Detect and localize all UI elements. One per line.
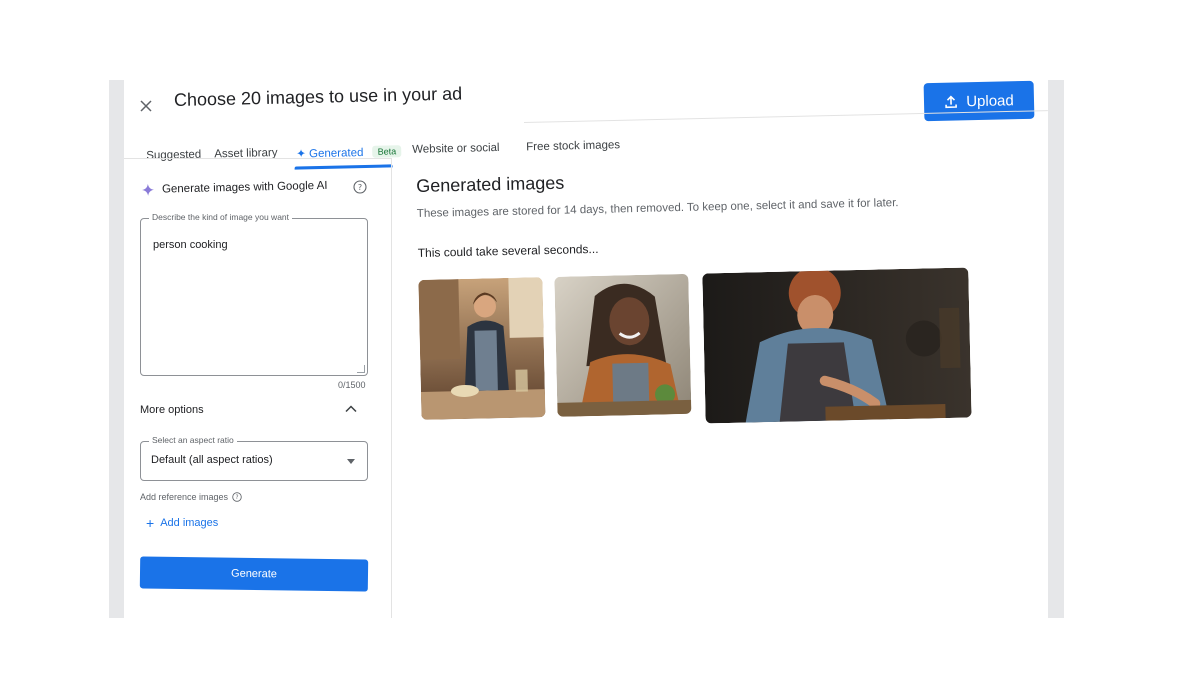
- sparkle-icon: [142, 183, 154, 196]
- generated-image-1[interactable]: [418, 277, 546, 420]
- generate-heading-label: Generate images with Google AI: [161, 179, 328, 196]
- aspect-ratio-value: Default (all aspect ratios): [151, 454, 273, 466]
- plus-icon: +: [146, 515, 155, 531]
- svg-text:?: ?: [236, 495, 239, 501]
- help-icon[interactable]: ?: [353, 180, 367, 194]
- generated-image-2[interactable]: [554, 273, 692, 417]
- tab-suggested[interactable]: Suggested: [146, 149, 201, 162]
- resize-handle[interactable]: [357, 365, 365, 373]
- generated-image-3[interactable]: [702, 267, 972, 424]
- loading-status: This could take several seconds...: [417, 241, 599, 260]
- aspect-ratio-label: Select an aspect ratio: [149, 435, 237, 445]
- add-images-button[interactable]: + Add images: [146, 516, 218, 530]
- prompt-label: Describe the kind of image you want: [149, 212, 293, 222]
- generated-image-grid: [418, 267, 972, 430]
- image-picker-dialog: Choose 20 images to use in your ad Uploa…: [124, 80, 1048, 618]
- svg-text:?: ?: [358, 183, 362, 192]
- generate-form: Generate images with Google AI ? Describ…: [138, 176, 378, 616]
- close-button[interactable]: [134, 94, 158, 118]
- tab-free-stock-images[interactable]: Free stock images: [526, 139, 620, 153]
- tab-website-or-social[interactable]: Website or social: [412, 142, 500, 156]
- generate-heading: Generate images with Google AI: [142, 180, 328, 196]
- generated-results: Generated images These images are stored…: [416, 172, 1036, 616]
- tabs-divider: [124, 158, 392, 159]
- upload-label: Upload: [966, 91, 1014, 110]
- add-images-label: Add images: [160, 517, 219, 529]
- cooking-photo-2: [554, 273, 692, 417]
- results-title: Generated images: [416, 172, 565, 196]
- upload-button[interactable]: Upload: [923, 80, 1035, 122]
- active-tab-indicator: [294, 164, 393, 170]
- char-counter: 0/1500: [338, 380, 366, 390]
- column-divider: [391, 158, 392, 618]
- cooking-photo-3: [702, 267, 972, 424]
- more-options-label[interactable]: More options: [140, 404, 204, 416]
- source-tabs: Suggested Asset library ✦ Generated Beta…: [144, 132, 665, 174]
- aspect-ratio-select[interactable]: Select an aspect ratio Default (all aspe…: [140, 435, 368, 481]
- results-description: These images are stored for 14 days, the…: [416, 197, 899, 220]
- prompt-value: person cooking: [153, 239, 228, 251]
- dialog-title: Choose 20 images to use in your ad: [173, 83, 463, 110]
- chevron-up-icon[interactable]: [344, 402, 358, 416]
- upload-icon: [945, 95, 958, 109]
- cooking-photo-1: [418, 277, 546, 420]
- dropdown-arrow-icon: [347, 459, 355, 464]
- help-icon[interactable]: ?: [232, 492, 242, 502]
- reference-images-text: Add reference images: [140, 492, 229, 502]
- beta-badge: Beta: [372, 145, 402, 158]
- prompt-textarea[interactable]: Describe the kind of image you want pers…: [140, 212, 368, 376]
- generate-button[interactable]: Generate: [139, 556, 369, 592]
- reference-images-label: Add reference images ?: [140, 492, 242, 502]
- close-icon: [140, 100, 152, 112]
